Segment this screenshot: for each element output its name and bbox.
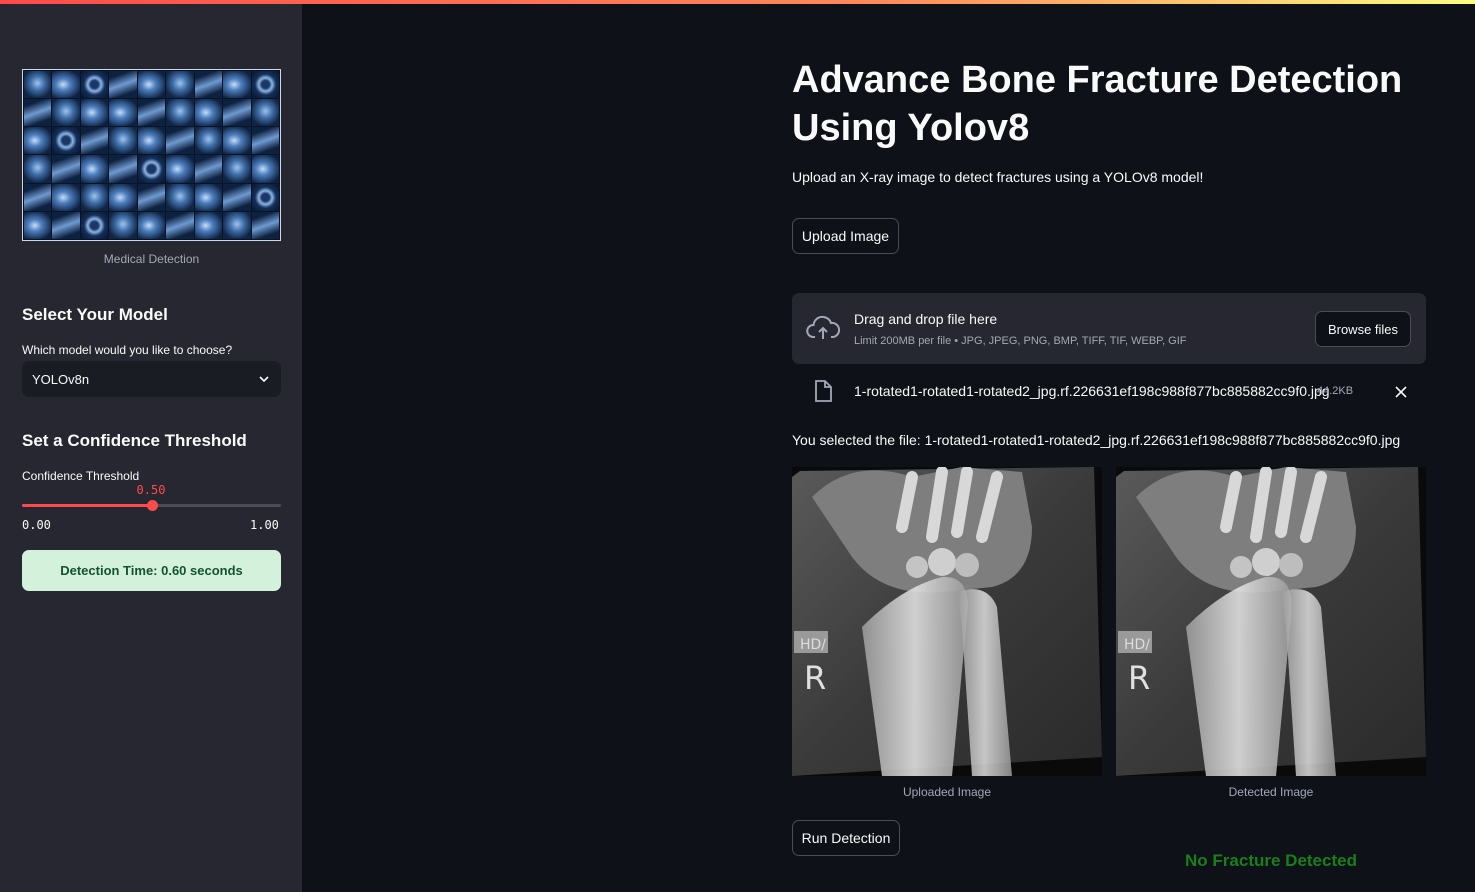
uploaded-file-size: 44.2KB	[1317, 385, 1354, 397]
uploaded-file-row: 1-rotated1-rotated1-rotated2_jpg.rf.2266…	[792, 376, 1426, 408]
svg-text:HD/: HD/	[800, 637, 826, 653]
model-select[interactable]: YOLOv8n	[22, 361, 281, 397]
page-title: Advance Bone Fracture Detection Using Yo…	[792, 59, 1403, 149]
confidence-slider-thumb[interactable]	[146, 500, 158, 511]
confidence-slider-value: 0.50	[136, 483, 166, 497]
uploaded-image-caption: Uploaded Image	[902, 785, 992, 799]
selected-file-text: You selected the file: 1-rotated1-rotate…	[792, 432, 1401, 448]
cloud-upload-icon	[806, 315, 841, 346]
model-select-label: Which model would you like to choose?	[22, 343, 233, 357]
confidence-slider[interactable]	[22, 500, 281, 511]
confidence-heading: Set a Confidence Threshold	[22, 431, 247, 450]
detection-result-text: No Fracture Detected	[1185, 851, 1357, 870]
model-select-value: YOLOv8n	[32, 371, 90, 387]
browse-files-button[interactable]: Browse files	[1315, 311, 1411, 347]
model-heading: Select Your Model	[22, 305, 168, 324]
dropzone-limit: Limit 200MB per file • JPG, JPEG, PNG, B…	[854, 335, 1187, 347]
chevron-down-icon	[259, 374, 269, 384]
confidence-slider-min: 0.00	[22, 518, 51, 532]
confidence-slider-label: Confidence Threshold	[22, 469, 140, 483]
dropzone-title: Drag and drop file here	[854, 311, 998, 327]
confidence-slider-max: 1.00	[250, 518, 279, 532]
page-subtitle: Upload an X-ray image to detect fracture…	[792, 169, 1204, 185]
run-detection-button[interactable]: Run Detection	[792, 820, 900, 856]
close-icon[interactable]	[1394, 385, 1408, 404]
file-dropzone[interactable]: Drag and drop file here Limit 200MB per …	[792, 293, 1426, 364]
detection-time-alert: Detection Time: 0.60 seconds	[22, 550, 281, 591]
svg-text:R: R	[804, 659, 826, 697]
detected-xray-image: HD/ R	[1116, 467, 1426, 776]
medical-xray-mosaic-image	[22, 69, 281, 241]
confidence-slider-fill	[22, 504, 152, 507]
sidebar-image-caption: Medical Detection	[103, 252, 200, 266]
uploaded-file-name: 1-rotated1-rotated1-rotated2_jpg.rf.2266…	[854, 383, 1330, 399]
uploaded-xray-image: HD/ R	[792, 467, 1102, 776]
detected-image-caption: Detected Image	[1228, 785, 1314, 799]
svg-text:R: R	[1128, 659, 1150, 697]
file-icon	[814, 380, 832, 407]
svg-text:HD/: HD/	[1124, 637, 1150, 653]
upload-image-button[interactable]: Upload Image	[792, 218, 899, 254]
